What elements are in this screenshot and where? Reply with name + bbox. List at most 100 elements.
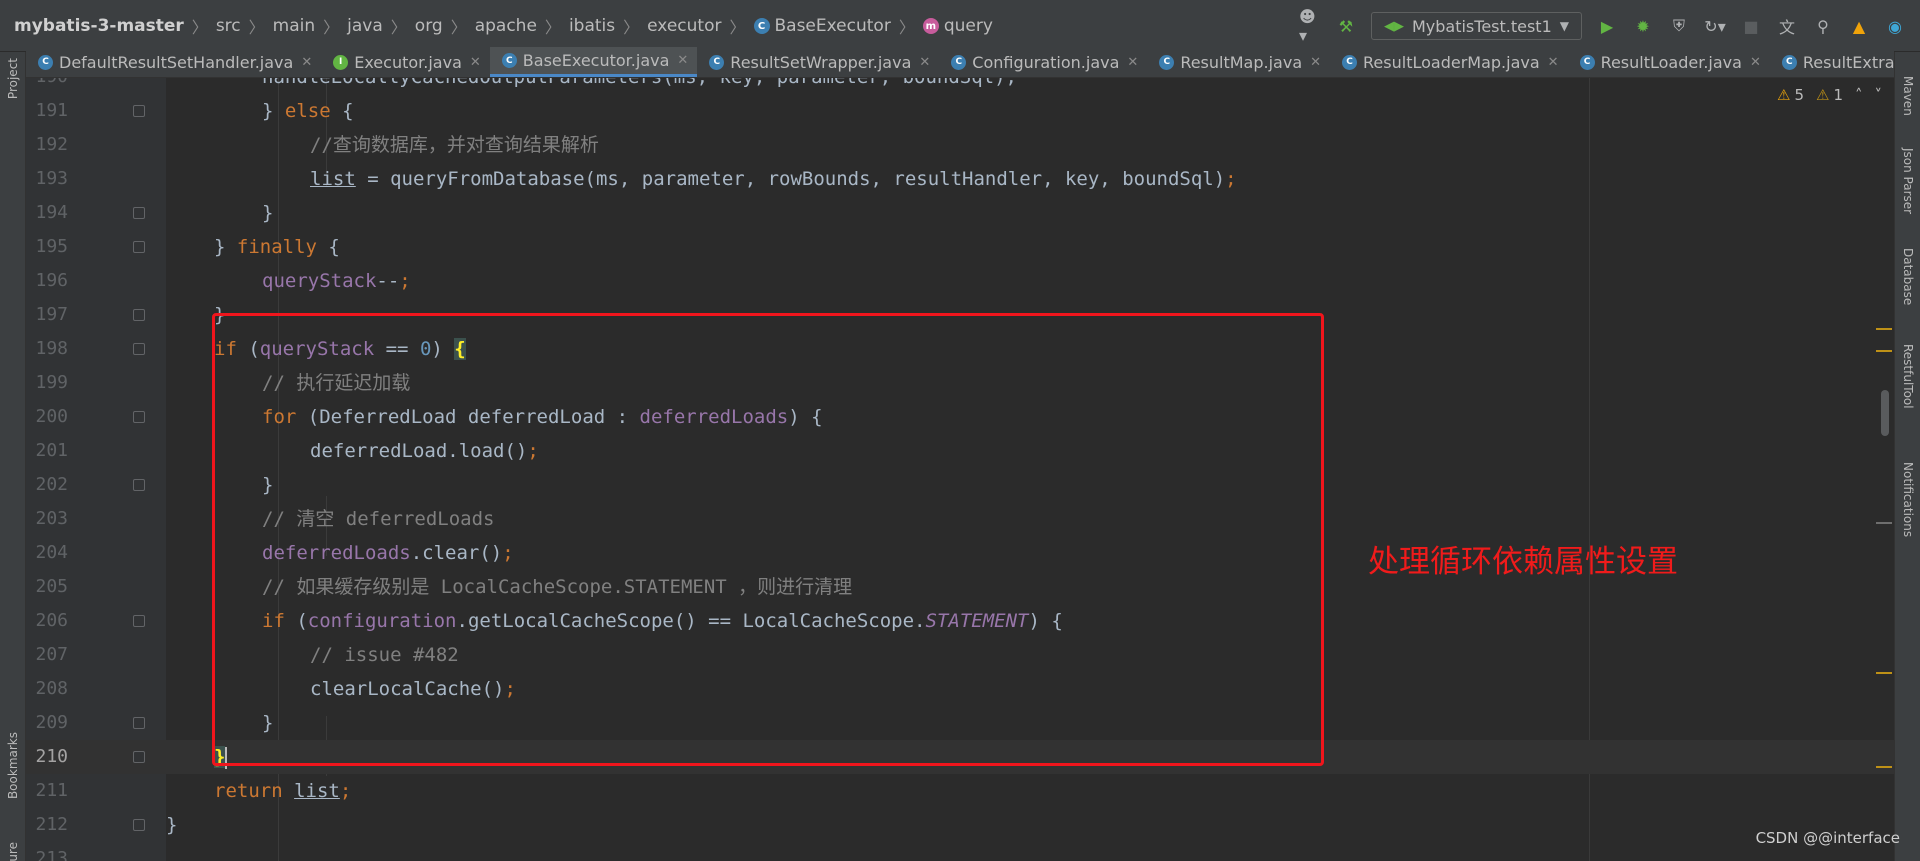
breadcrumb-class[interactable]: C BaseExecutor: [753, 16, 891, 36]
tab-configuration[interactable]: C Configuration.java ✕: [939, 47, 1147, 77]
line-number: 194: [35, 202, 68, 223]
tab-resultsetwrapper[interactable]: C ResultSetWrapper.java ✕: [697, 47, 939, 77]
coverage-icon[interactable]: ⛨: [1668, 15, 1690, 37]
notifications-tool-button[interactable]: Notifications: [1901, 462, 1915, 537]
tab-executor[interactable]: I Executor.java ✕: [321, 47, 490, 77]
close-icon[interactable]: ✕: [1310, 55, 1321, 70]
translate-icon[interactable]: 文: [1776, 15, 1798, 37]
user-icon[interactable]: ☻▾: [1299, 7, 1321, 45]
code-text: list = queryFromDatabase(ms, parameter, …: [310, 168, 1237, 190]
project-tool-button[interactable]: Project: [6, 58, 20, 99]
breadcrumb-src[interactable]: src: [216, 16, 241, 36]
tab-resultloadermap[interactable]: C ResultLoaderMap.java ✕: [1330, 47, 1568, 77]
fold-marker-icon[interactable]: [133, 343, 145, 355]
close-icon[interactable]: ✕: [1127, 55, 1138, 70]
fold-marker-icon[interactable]: [133, 411, 145, 423]
chevron-up-icon[interactable]: ˄: [1855, 86, 1863, 104]
warning-stripe-mark[interactable]: [1876, 672, 1892, 674]
close-icon[interactable]: ✕: [470, 55, 481, 70]
tab-resultmap[interactable]: C ResultMap.java ✕: [1147, 47, 1330, 77]
breadcrumb-project[interactable]: mybatis-3-master: [14, 16, 184, 36]
fold-marker-icon[interactable]: [133, 717, 145, 729]
fold-marker-icon[interactable]: [133, 819, 145, 831]
chevron-down-icon[interactable]: ˅: [1875, 86, 1883, 104]
tab-label: ResultLoader.java: [1600, 52, 1742, 72]
chevron-right-icon: 〉: [191, 18, 208, 37]
code-line: 190 handleLocallyCachedOutputParameters(…: [26, 78, 1894, 94]
ide-logo-icon[interactable]: ◉: [1884, 15, 1906, 37]
fold-marker-icon[interactable]: [133, 105, 145, 117]
interface-icon: I: [333, 54, 349, 70]
breadcrumb-java[interactable]: java: [347, 16, 383, 36]
search-icon[interactable]: ⚲: [1812, 15, 1834, 37]
breadcrumb-org[interactable]: org: [415, 16, 443, 36]
debug-icon[interactable]: ✹: [1632, 15, 1654, 37]
restfultool-tool-button[interactable]: RestfulTool: [1901, 344, 1915, 409]
fold-marker-icon[interactable]: [133, 751, 145, 763]
code-line: 213: [26, 842, 1894, 861]
warning-stripe-mark[interactable]: [1876, 328, 1892, 330]
line-number: 211: [35, 780, 68, 801]
profile-icon[interactable]: ↻▾: [1704, 15, 1726, 37]
navigation-bar: mybatis-3-master 〉 src 〉 main 〉 java 〉 o…: [0, 0, 1920, 52]
code-line: 192 //查询数据库，并对查询结果解析: [26, 128, 1894, 162]
tab-label: ResultLoaderMap.java: [1363, 52, 1540, 72]
json-parser-tool-button[interactable]: Json Parser: [1901, 148, 1915, 214]
maven-tool-button[interactable]: Maven: [1901, 76, 1915, 116]
warning-stripe-mark[interactable]: [1876, 350, 1892, 352]
weak-warning-count[interactable]: ⚠ 1: [1816, 86, 1843, 104]
close-icon[interactable]: ✕: [301, 55, 312, 70]
tab-resultloader[interactable]: C ResultLoader.java ✕: [1568, 47, 1770, 77]
stripe-mark[interactable]: [1876, 522, 1892, 524]
run-configuration-select[interactable]: ◀▶ MybatisTest.test1 ▼: [1370, 12, 1582, 40]
vertical-scrollbar[interactable]: [1881, 390, 1889, 436]
warning-icon: ⚠: [1777, 86, 1791, 104]
breadcrumb-method[interactable]: m query: [922, 16, 993, 36]
tab-defaultresultsethandler[interactable]: C DefaultResultSetHandler.java ✕: [26, 47, 321, 77]
close-icon[interactable]: ✕: [919, 55, 930, 70]
breadcrumb-apache[interactable]: apache: [475, 16, 537, 36]
code-text: queryStack--;: [262, 270, 411, 292]
update-icon[interactable]: ▲: [1848, 15, 1870, 37]
build-hammer-icon[interactable]: ⚒: [1335, 15, 1357, 37]
stop-icon[interactable]: ■: [1740, 15, 1762, 37]
fold-marker-icon[interactable]: [133, 241, 145, 253]
breadcrumb-executor[interactable]: executor: [647, 16, 721, 36]
close-icon[interactable]: ✕: [677, 53, 688, 68]
tab-baseexecutor[interactable]: C BaseExecutor.java ✕: [489, 47, 698, 77]
breadcrumb-main[interactable]: main: [273, 16, 315, 36]
class-icon: C: [1159, 54, 1175, 70]
chevron-right-icon: 〉: [450, 18, 467, 37]
class-icon: C: [1342, 54, 1358, 70]
breadcrumb-ibatis[interactable]: ibatis: [569, 16, 615, 36]
left-tool-strip: Project Bookmarks ure: [0, 52, 26, 861]
line-number: 205: [35, 576, 68, 597]
database-tool-button[interactable]: Database: [1901, 248, 1915, 305]
inspection-widget[interactable]: ⚠ 5 ⚠ 1 ˄ ˅: [1777, 86, 1882, 104]
chevron-right-icon: 〉: [248, 18, 265, 37]
tab-resultextractor[interactable]: C ResultExtractor.ja: [1770, 47, 1894, 77]
fold-marker-icon[interactable]: [133, 615, 145, 627]
tab-label: Configuration.java: [972, 52, 1120, 72]
line-number: 203: [35, 508, 68, 529]
line-number: 191: [35, 100, 68, 121]
run-icon[interactable]: ▶: [1596, 15, 1618, 37]
code-text: }: [166, 814, 178, 836]
weak-warning-icon: ⚠: [1816, 86, 1830, 104]
fold-marker-icon[interactable]: [133, 479, 145, 491]
fold-marker-icon[interactable]: [133, 207, 145, 219]
warning-count-value: 5: [1794, 86, 1804, 104]
bookmarks-tool-button[interactable]: Bookmarks: [6, 732, 20, 799]
code-line: 211 return list;: [26, 774, 1894, 808]
line-number: 209: [35, 712, 68, 733]
warning-stripe-mark[interactable]: [1876, 766, 1892, 768]
close-icon[interactable]: ✕: [1548, 55, 1559, 70]
structure-tool-button[interactable]: ure: [6, 842, 20, 861]
run-config-icon: ◀▶: [1383, 18, 1404, 34]
class-icon: C: [753, 18, 770, 34]
fold-marker-icon[interactable]: [133, 309, 145, 321]
method-icon: m: [922, 18, 939, 34]
warning-count[interactable]: ⚠ 5: [1777, 86, 1804, 104]
watermark: CSDN @@interface: [1755, 829, 1900, 847]
close-icon[interactable]: ✕: [1750, 55, 1761, 70]
